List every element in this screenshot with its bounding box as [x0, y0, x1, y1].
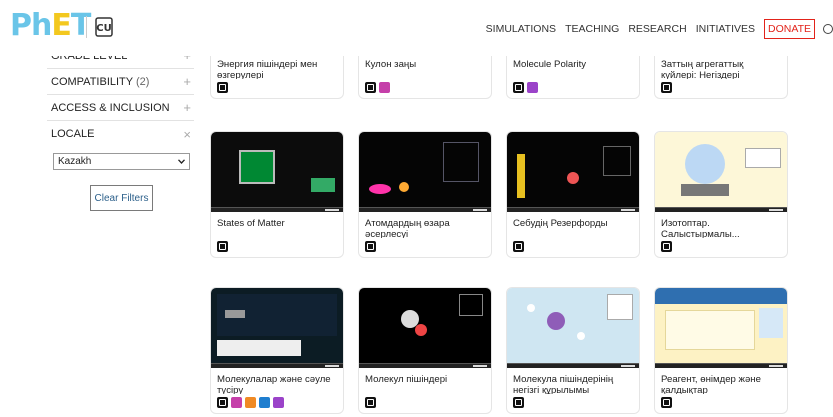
sim-thumbnail: [211, 288, 343, 368]
sim-title: Энергия пішіндері мен өзгерулері: [217, 59, 318, 79]
expand-icon[interactable]: +: [183, 74, 194, 89]
html5-icon: [217, 241, 228, 252]
badge-list: [655, 79, 787, 98]
filter-sidebar: GRADE LEVEL + COMPATIBILITY (2) + ACCESS…: [47, 43, 194, 211]
sim-card[interactable]: Молекулалар және сәуле түсіру: [210, 287, 344, 414]
sim-card[interactable]: States of Matter: [210, 131, 344, 258]
filter-label: COMPATIBILITY: [51, 75, 133, 88]
sim-title: Молекулалар және сәуле түсіру: [217, 374, 331, 394]
clear-filters-button[interactable]: Clear Filters: [90, 185, 153, 211]
html5-icon: [365, 241, 376, 252]
html5-icon: [661, 241, 672, 252]
sim-thumbnail: [211, 132, 343, 212]
sim-card[interactable]: Молекул пішіндері: [358, 287, 492, 414]
badge-list: [211, 238, 343, 257]
sim-title: Реагент, өнімдер және қалдықтар: [661, 374, 761, 394]
accessibility-icon: [379, 82, 390, 93]
sim-title: Себудің Резерфорды: [513, 218, 608, 229]
site-header: PhET CU SIMULATIONS TEACHING RESEARCH IN…: [0, 0, 833, 56]
filter-compatibility[interactable]: COMPATIBILITY (2) +: [47, 69, 194, 95]
html5-icon: [513, 82, 524, 93]
interactive-description-icon: [527, 82, 538, 93]
badge-list: [507, 394, 639, 413]
badge-list: [655, 394, 787, 413]
sim-title: Молекул пішіндері: [365, 374, 448, 385]
filter-count: (2): [135, 75, 150, 88]
sound-icon: [245, 397, 256, 408]
donate-button[interactable]: DONATE: [764, 19, 815, 39]
badge-list: [359, 238, 491, 257]
badge-list: [507, 79, 639, 98]
html5-icon: [217, 82, 228, 93]
search-icon[interactable]: [823, 24, 833, 34]
sim-thumbnail: [655, 132, 787, 212]
sim-title: Атомдардың өзара әсерлесуі: [365, 218, 450, 238]
filter-label: ACCESS & INCLUSION: [51, 101, 170, 114]
nav-teaching[interactable]: TEACHING: [565, 23, 619, 35]
filter-locale[interactable]: LOCALE ×: [47, 121, 194, 147]
sim-card[interactable]: Изотоптар. Салыстырмалы...: [654, 131, 788, 258]
sim-title: States of Matter: [217, 218, 285, 229]
accessibility-icon: [231, 397, 242, 408]
close-icon[interactable]: ×: [183, 127, 194, 142]
badge-list: [359, 394, 491, 413]
html5-icon: [513, 397, 524, 408]
html5-icon: [661, 397, 672, 408]
sim-card[interactable]: Молекула пішіндерінің негізгі құрылымы: [506, 287, 640, 414]
locale-select[interactable]: Kazakh: [53, 153, 190, 170]
sim-card[interactable]: Реагент, өнімдер және қалдықтар: [654, 287, 788, 414]
sim-thumbnail: [655, 288, 787, 368]
sim-card[interactable]: Атомдардың өзара әсерлесуі: [358, 131, 492, 258]
cu-boulder-logo-icon[interactable]: CU: [95, 16, 113, 38]
interactive-description-icon: [273, 397, 284, 408]
html5-icon: [513, 241, 524, 252]
nav-research[interactable]: RESEARCH: [628, 23, 686, 35]
sim-thumbnail: [359, 288, 491, 368]
badge-list: [507, 238, 639, 257]
sim-thumbnail: [507, 288, 639, 368]
badge-list: [655, 238, 787, 257]
html5-icon: [365, 82, 376, 93]
sim-title: Молекула пішіндерінің негізгі құрылымы: [513, 374, 614, 394]
sim-title: Изотоптар. Салыстырмалы...: [661, 218, 740, 238]
html5-icon: [661, 82, 672, 93]
main-nav: SIMULATIONS TEACHING RESEARCH INITIATIVE…: [486, 19, 833, 39]
sim-title: Molecule Polarity: [513, 59, 587, 70]
phet-logo[interactable]: PhET: [10, 9, 91, 43]
expand-icon[interactable]: +: [183, 100, 194, 115]
html5-icon: [365, 397, 376, 408]
filter-access-inclusion[interactable]: ACCESS & INCLUSION +: [47, 95, 194, 121]
sim-card[interactable]: Себудің Резерфорды: [506, 131, 640, 258]
sim-thumbnail: [359, 132, 491, 212]
logo-divider: [86, 16, 87, 38]
sim-thumbnail: [507, 132, 639, 212]
sim-title: Кулон заңы: [365, 59, 417, 70]
sim-title: Заттың агрегаттық күйлері: Негіздері: [661, 59, 744, 79]
badge-list: [211, 79, 343, 98]
locale-value: Kazakh: [58, 156, 92, 167]
filter-label: LOCALE: [51, 128, 95, 140]
html5-icon: [217, 397, 228, 408]
embed-icon: [259, 397, 270, 408]
badge-list: [359, 79, 491, 98]
nav-simulations[interactable]: SIMULATIONS: [486, 23, 556, 35]
badge-list: [211, 394, 343, 413]
chevron-down-icon: [178, 159, 185, 164]
nav-initiatives[interactable]: INITIATIVES: [696, 23, 755, 35]
svg-text:CU: CU: [96, 23, 111, 34]
